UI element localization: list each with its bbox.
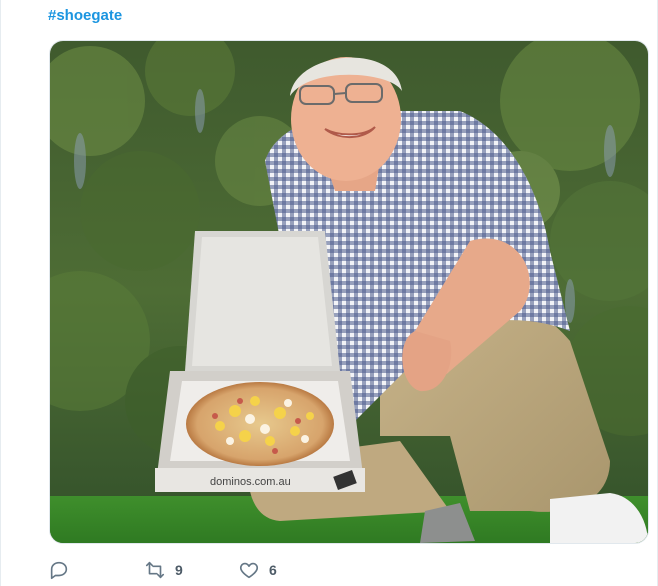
retweet-icon [144, 559, 166, 581]
tweet-action-bar: 9 6 [48, 556, 628, 584]
like-button[interactable]: 6 [238, 556, 277, 584]
timeline-left-border [0, 0, 1, 586]
hashtag-link[interactable]: #shoegate [48, 7, 122, 24]
tweet-media-photo[interactable]: dominos.com.au [49, 40, 649, 544]
retweet-button[interactable]: 9 [144, 556, 183, 584]
heart-icon [238, 559, 260, 581]
retweet-count: 9 [175, 562, 183, 578]
like-count: 6 [269, 562, 277, 578]
photo-illustration: dominos.com.au [50, 41, 648, 543]
reply-button[interactable] [48, 556, 70, 584]
reply-icon [48, 559, 70, 581]
pizza-box-print: dominos.com.au [210, 476, 291, 488]
